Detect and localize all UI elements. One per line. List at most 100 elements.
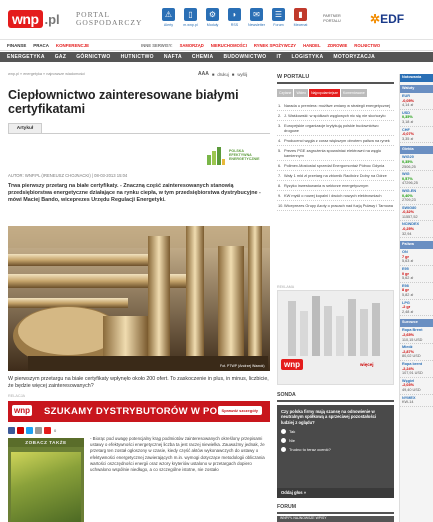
stocks-section[interactable]: Waluty bbox=[400, 85, 433, 93]
tab-komentowane[interactable]: Komentowane bbox=[341, 89, 367, 97]
facebook-icon[interactable] bbox=[8, 427, 15, 434]
mecenat-link[interactable]: ▮ Mecenat bbox=[292, 8, 309, 27]
w-portalu-header: W PORTALU bbox=[277, 74, 394, 84]
ad-banner[interactable]: wnp SZUKAMY DYSTRYBUTORÓW W POLSCE Spraw… bbox=[8, 401, 270, 422]
nav-budownictwo[interactable]: BUDOWNICTWO bbox=[223, 54, 266, 60]
modules-link[interactable]: ⚙ Moduły bbox=[204, 8, 221, 27]
icon-label: RSS bbox=[230, 23, 239, 27]
send-icon: ■ bbox=[231, 71, 235, 77]
partner-logo[interactable]: ✲EDF bbox=[370, 12, 404, 26]
banner-button[interactable]: Sprawdź szczegóły bbox=[217, 406, 262, 415]
alert-link[interactable]: ⚠ Alerty bbox=[160, 8, 177, 27]
site-logo[interactable]: wnp .pl bbox=[8, 10, 60, 28]
service-samorzad[interactable]: SAMORZĄD bbox=[180, 43, 204, 48]
radio-icon[interactable] bbox=[281, 438, 286, 444]
forum-subheader[interactable]: WNP.PL NAJNOWSZE WPISY bbox=[277, 516, 394, 522]
email-icon[interactable] bbox=[35, 427, 42, 434]
nav-item-finanse[interactable]: FINANSE bbox=[7, 43, 26, 48]
icon-label: Alerty bbox=[163, 23, 174, 27]
services-label: INNE SERWISY: bbox=[141, 43, 173, 48]
stock-row[interactable]: SWIG80 -0,32% 11557,52 bbox=[400, 205, 433, 222]
nav-logistyka[interactable]: LOGISTYKA bbox=[292, 54, 324, 60]
list-item[interactable]: 10. Wiceprezes Grupy Azoty o pracach nad … bbox=[277, 201, 394, 211]
list-item[interactable]: 8. Ryzyko inwestowania w sektorze energet… bbox=[277, 181, 394, 191]
poll-option[interactable]: Tak bbox=[281, 429, 390, 435]
stock-row[interactable]: NYMEX KW-14 bbox=[400, 395, 433, 407]
twitter-icon[interactable] bbox=[26, 427, 33, 434]
tab-najpopularniejsze[interactable]: Najpopularniejsze bbox=[309, 89, 341, 97]
list-item[interactable]: 2. J. Waśkowski: w spółkach węglowych nic… bbox=[277, 111, 394, 121]
stock-row[interactable]: E98 8 gr 5,82 zł bbox=[400, 283, 433, 300]
service-rolnictwo[interactable]: ROLNICTWO bbox=[354, 43, 380, 48]
logo-pl[interactable]: .pl bbox=[45, 12, 60, 27]
see-also-box[interactable]: ZOBACZ TAKŻE bbox=[8, 438, 84, 522]
logo-wnp[interactable]: wnp bbox=[8, 10, 43, 28]
ad-more-link[interactable]: więcej bbox=[360, 362, 374, 367]
list-item[interactable]: 4. Producenci węgla z coraz większym obro… bbox=[277, 136, 394, 146]
list-item[interactable]: 9. KW myśli o nowej kopalni i dwóch nowyc… bbox=[277, 191, 394, 201]
nav-energetyka[interactable]: ENERGETYKA bbox=[7, 54, 45, 60]
stock-row[interactable]: Węgiel -2,03% 49,40 USD bbox=[400, 378, 433, 395]
nav-item-konferencje[interactable]: KONFERENCJE bbox=[56, 43, 89, 48]
nav-it[interactable]: IT bbox=[276, 54, 281, 60]
breadcrumb[interactable]: wnp.pl » energetyka » najnowsze wiadomoś… bbox=[8, 72, 85, 76]
list-item[interactable]: 5. Prezes PGE zagrożenia spowalniać elekt… bbox=[277, 146, 394, 161]
service-nieruchomosci[interactable]: NIERUCHOMOŚCI bbox=[211, 43, 247, 48]
list-item[interactable]: 6. Polimex-Mostostal sprzedał Energomonta… bbox=[277, 161, 394, 171]
poll-option[interactable]: Nie bbox=[281, 438, 390, 444]
stock-row[interactable]: WIG20 0,35% 2506,25 bbox=[400, 154, 433, 172]
print-link[interactable]: drukuj bbox=[217, 72, 228, 77]
service-zdrowie[interactable]: ZDROWIE bbox=[328, 43, 348, 48]
nav-item-praca[interactable]: PRACA bbox=[33, 43, 49, 48]
list-item[interactable]: 3. Europejskie organizacje krytykują pols… bbox=[277, 121, 394, 136]
send-link[interactable]: wyślij bbox=[237, 72, 247, 77]
stock-row[interactable]: ON 7 gr 5,63 zł bbox=[400, 249, 433, 267]
poll-option[interactable]: Trudno to teraz ocenić? bbox=[281, 447, 390, 453]
stock-row[interactable]: NCINDEX -0,25% 32,94 bbox=[400, 221, 433, 239]
stock-row[interactable]: Ropa Brent -2,65% 110,15 USD bbox=[400, 327, 433, 345]
stock-row[interactable]: Miedź -2,87% 80,02 USD bbox=[400, 344, 433, 361]
tab-wideo[interactable]: Wideo bbox=[294, 89, 309, 97]
tab-article[interactable]: Artykuł bbox=[8, 123, 42, 133]
stock-row[interactable]: CHF -0,07% 3,35 zł bbox=[400, 127, 433, 144]
stocks-section[interactable]: Paliwa bbox=[400, 241, 433, 250]
list-item[interactable]: 1. Narada u premiera: możliwe zmiany w st… bbox=[277, 101, 394, 111]
radio-icon[interactable] bbox=[281, 429, 286, 435]
icon-label: Mecenat bbox=[293, 23, 308, 27]
service-handel[interactable]: HANDEL bbox=[303, 43, 320, 48]
mobile-link[interactable]: ▯ m.wnp.pl bbox=[182, 8, 199, 27]
radio-icon[interactable] bbox=[281, 447, 286, 453]
stock-row[interactable]: EUR -0,05% 4,14 zł bbox=[400, 93, 433, 110]
font-size-control[interactable]: AAA bbox=[198, 71, 209, 77]
rss-link[interactable]: ◗ RSS bbox=[226, 8, 243, 27]
stocks-section[interactable]: Surowce bbox=[400, 319, 433, 328]
tab-czytane[interactable]: Czytane bbox=[277, 89, 294, 97]
stock-row[interactable]: LPG -2 gr 2,48 zł bbox=[400, 300, 433, 317]
stocks-section[interactable]: Giełda bbox=[400, 146, 433, 155]
list-item[interactable]: 7. Wały 1 mld zł przetarg na zbiornik Rac… bbox=[277, 171, 394, 181]
forum-link[interactable]: ☰ Forum bbox=[270, 8, 287, 27]
gplus-icon[interactable] bbox=[44, 427, 51, 434]
stock-row[interactable]: E95 0 gr 5,62 zł bbox=[400, 266, 433, 283]
stock-row[interactable]: WIG 0,57% 47296,25 bbox=[400, 171, 433, 188]
nav-gaz[interactable]: GAZ bbox=[55, 54, 66, 60]
poll-vote-button[interactable]: Oddaj głos » bbox=[277, 488, 394, 498]
icon-label: Moduły bbox=[206, 23, 219, 27]
article-lead: Trwa pierwszy przetarg na białe certyfik… bbox=[8, 183, 261, 203]
side-ad[interactable]: wnp więcej bbox=[277, 290, 394, 385]
stock-row[interactable]: WIG-EN 0,40% 2709,23 bbox=[400, 188, 433, 205]
nav-gornictwo[interactable]: GÓRNICTWO bbox=[76, 54, 110, 60]
stock-row[interactable]: Ropa brent -2,24% 107,91 USD bbox=[400, 361, 433, 378]
w-portalu-tabs: Czytane Wideo Najpopularniejsze Komentow… bbox=[277, 89, 367, 97]
mobile-icon: ▯ bbox=[184, 8, 197, 21]
see-also-title: ZOBACZ TAKŻE bbox=[8, 438, 84, 447]
nav-chemia[interactable]: CHEMIA bbox=[192, 54, 214, 60]
newsletter-link[interactable]: ✉ Newsletter bbox=[248, 8, 265, 27]
wykop-icon[interactable] bbox=[17, 427, 24, 434]
stock-row[interactable]: USD 0,35% 3,18 zł bbox=[400, 110, 433, 127]
nav-motoryzacja[interactable]: MOTORYZACJA bbox=[333, 54, 375, 60]
service-rynek-spozywczy[interactable]: RYNEK SPOŻYWCZY bbox=[254, 43, 296, 48]
nav-nafta[interactable]: NAFTA bbox=[164, 54, 182, 60]
nav-hutnictwo[interactable]: HUTNICTWO bbox=[121, 54, 154, 60]
see-also-image[interactable] bbox=[11, 452, 81, 522]
